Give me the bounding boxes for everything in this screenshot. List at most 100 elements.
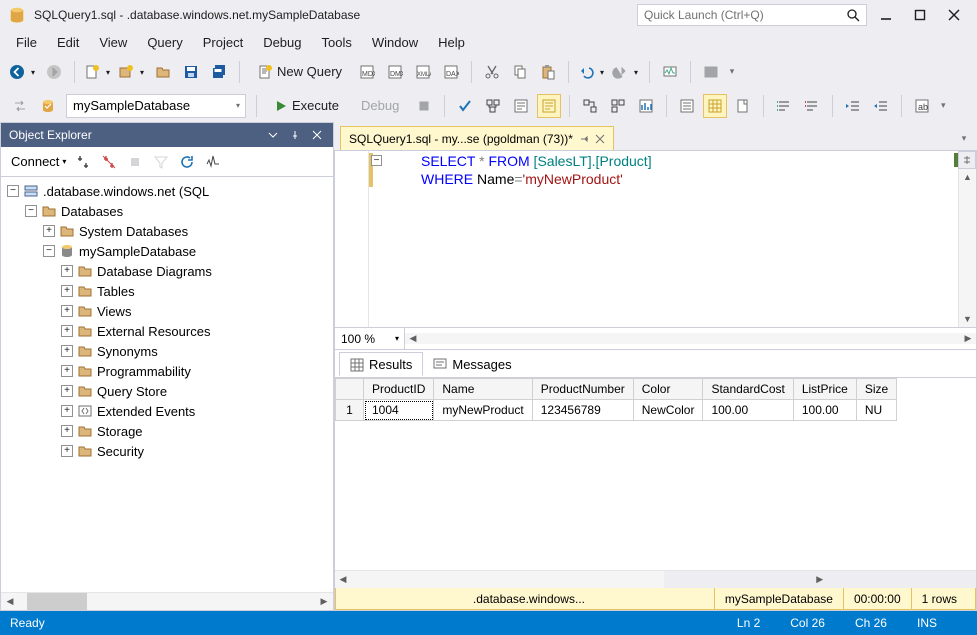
expand-icon[interactable]: + xyxy=(61,365,73,377)
expand-icon[interactable]: + xyxy=(61,325,73,337)
undo-button[interactable] xyxy=(577,60,607,84)
cell-listprice[interactable]: 100.00 xyxy=(793,400,856,421)
cell-productnumber[interactable]: 123456789 xyxy=(532,400,633,421)
new-item-button[interactable] xyxy=(83,60,113,84)
minimize-button[interactable] xyxy=(871,4,901,26)
query-options-button[interactable] xyxy=(509,94,533,118)
tab-close-icon[interactable] xyxy=(595,134,605,144)
col-name[interactable]: Name xyxy=(434,379,532,400)
de-query-button[interactable]: MDX xyxy=(355,60,379,84)
database-selector[interactable]: mySampleDatabase xyxy=(66,94,246,118)
tree-querystore-node[interactable]: +Query Store xyxy=(3,381,331,401)
expand-icon[interactable]: + xyxy=(61,305,73,317)
menu-query[interactable]: Query xyxy=(137,32,192,53)
expand-icon[interactable]: + xyxy=(43,225,55,237)
col-productnumber[interactable]: ProductNumber xyxy=(532,379,633,400)
activity-oe-icon[interactable] xyxy=(202,151,224,173)
code-area[interactable]: SELECT * FROM [SalesLT].[Product] WHERE … xyxy=(369,151,976,327)
results-tab[interactable]: Results xyxy=(339,352,423,376)
cut-button[interactable] xyxy=(480,60,504,84)
col-color[interactable]: Color xyxy=(633,379,703,400)
menu-edit[interactable]: Edit xyxy=(47,32,89,53)
close-button[interactable] xyxy=(939,4,969,26)
comment-button[interactable] xyxy=(772,94,796,118)
scroll-right-icon[interactable]: ▶ xyxy=(664,571,977,588)
tree-tables-node[interactable]: +Tables xyxy=(3,281,331,301)
tree-security-node[interactable]: +Security xyxy=(3,441,331,461)
tree-mydb-node[interactable]: − mySampleDatabase xyxy=(3,241,331,261)
open-file-button[interactable] xyxy=(151,60,175,84)
zoom-selector[interactable]: 100 % xyxy=(335,328,405,349)
expand-icon[interactable]: + xyxy=(61,285,73,297)
tree-server-node[interactable]: − .database.windows.net (SQL xyxy=(3,181,331,201)
menu-view[interactable]: View xyxy=(89,32,137,53)
expand-icon[interactable]: + xyxy=(61,385,73,397)
results-to-grid-button[interactable] xyxy=(703,94,727,118)
specify-values-button[interactable]: ab xyxy=(910,94,934,118)
estimated-plan-button[interactable] xyxy=(481,94,505,118)
execute-button[interactable]: Execute xyxy=(265,94,348,118)
scroll-left-icon[interactable]: ◀ xyxy=(1,593,19,610)
col-productid[interactable]: ProductID xyxy=(364,379,434,400)
panel-close-icon[interactable] xyxy=(309,127,325,143)
activity-monitor-button[interactable] xyxy=(658,60,682,84)
save-all-button[interactable] xyxy=(207,60,231,84)
scroll-left-icon[interactable]: ◀ xyxy=(335,571,351,588)
tree-views-node[interactable]: +Views xyxy=(3,301,331,321)
tree-databases-node[interactable]: − Databases xyxy=(3,201,331,221)
collapse-icon[interactable]: − xyxy=(43,245,55,257)
panel-pin-icon[interactable] xyxy=(287,127,303,143)
new-project-button[interactable] xyxy=(117,60,147,84)
xmla-query-button[interactable]: XMLA xyxy=(411,60,435,84)
pin-icon[interactable] xyxy=(579,134,589,144)
disconnect-oe-icon[interactable] xyxy=(98,151,120,173)
object-explorer-hscrollbar[interactable]: ◀ ▶ xyxy=(1,592,333,610)
table-row[interactable]: 1 1004 myNewProduct 123456789 NewColor 1… xyxy=(336,400,897,421)
save-button[interactable] xyxy=(179,60,203,84)
live-query-stats-button[interactable] xyxy=(606,94,630,118)
cell-color[interactable]: NewColor xyxy=(633,400,703,421)
cell-standardcost[interactable]: 100.00 xyxy=(703,400,793,421)
messages-tab[interactable]: Messages xyxy=(423,353,521,375)
menu-window[interactable]: Window xyxy=(362,32,428,53)
collapse-icon[interactable]: − xyxy=(7,185,19,197)
sql-editor[interactable]: − SELECT * FROM [SalesLT].[Product] WHER… xyxy=(334,150,977,328)
results-to-text-button[interactable] xyxy=(675,94,699,118)
scroll-thumb[interactable] xyxy=(27,593,87,610)
connect-button[interactable]: Connect xyxy=(7,152,70,171)
quick-launch-input[interactable]: Quick Launch (Ctrl+Q) xyxy=(637,4,867,26)
decrease-indent-button[interactable] xyxy=(841,94,865,118)
tree-storage-node[interactable]: +Storage xyxy=(3,421,331,441)
tree-programmability-node[interactable]: +Programmability xyxy=(3,361,331,381)
copy-button[interactable] xyxy=(508,60,532,84)
increase-indent-button[interactable] xyxy=(869,94,893,118)
tree-diagrams-node[interactable]: +Database Diagrams xyxy=(3,261,331,281)
col-size[interactable]: Size xyxy=(856,379,896,400)
cell-size[interactable]: NU xyxy=(856,400,896,421)
available-databases-icon[interactable] xyxy=(36,94,60,118)
tree-extres-node[interactable]: +External Resources xyxy=(3,321,331,341)
dmx-query-button[interactable]: DMX xyxy=(383,60,407,84)
menu-file[interactable]: File xyxy=(6,32,47,53)
tree-synonyms-node[interactable]: +Synonyms xyxy=(3,341,331,361)
results-to-file-button[interactable] xyxy=(731,94,755,118)
menu-help[interactable]: Help xyxy=(428,32,475,53)
outline-collapse-icon[interactable]: − xyxy=(371,155,382,166)
expand-icon[interactable]: + xyxy=(61,265,73,277)
expand-icon[interactable]: + xyxy=(61,405,73,417)
tree-extended-events-node[interactable]: +Extended Events xyxy=(3,401,331,421)
include-plan-button[interactable] xyxy=(578,94,602,118)
cell-productid[interactable]: 1004 xyxy=(364,400,434,421)
expand-icon[interactable]: + xyxy=(61,425,73,437)
toolbar-overflow[interactable]: ▾ xyxy=(725,60,739,84)
editor-hscrollbar[interactable]: ◀▶ xyxy=(405,333,976,344)
cell-name[interactable]: myNewProduct xyxy=(434,400,532,421)
nav-back-button[interactable] xyxy=(8,60,38,84)
dax-query-button[interactable]: DAX xyxy=(439,60,463,84)
connect-oe-icon[interactable] xyxy=(72,151,94,173)
menu-debug[interactable]: Debug xyxy=(253,32,311,53)
collapse-icon[interactable]: − xyxy=(25,205,37,217)
col-listprice[interactable]: ListPrice xyxy=(793,379,856,400)
scroll-right-icon[interactable]: ▶ xyxy=(315,593,333,610)
maximize-button[interactable] xyxy=(905,4,935,26)
